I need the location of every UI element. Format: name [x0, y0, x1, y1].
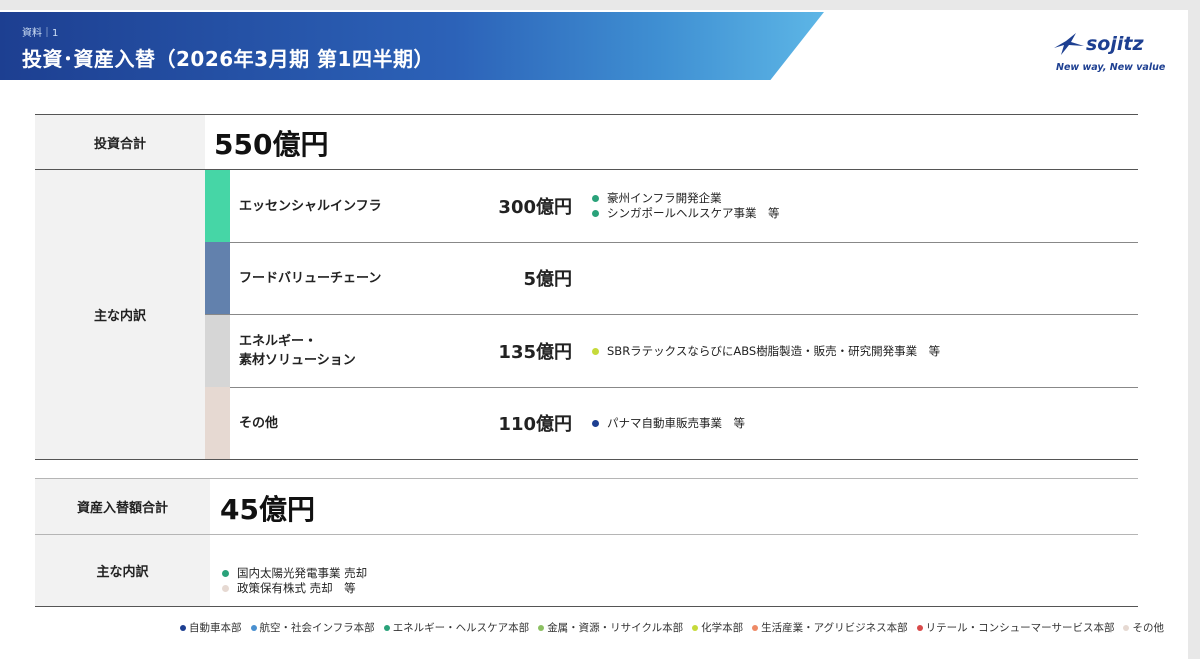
- segment-row: フードバリューチェーン 5億円: [205, 242, 1138, 314]
- table-bottom-rule: [35, 459, 1138, 460]
- segment-name: エネルギー・素材ソリューション: [239, 315, 356, 387]
- segment-row: その他 110億円 パナマ自動車販売事業 等: [205, 387, 1138, 459]
- legend-dot-icon: [250, 624, 257, 631]
- legend-label: 金属・資源・リサイクル本部: [547, 622, 684, 634]
- segment-notes: SBRラテックスならびにABS樹脂製造・販売・研究開発事業 等: [592, 315, 940, 387]
- division-legend: 自動車本部 航空・社会インフラ本部 エネルギー・ヘルスケア本部 金属・資源・リサイクル…: [180, 620, 1173, 635]
- legend-dot-icon: [383, 624, 390, 631]
- legend-label: リテール・コンシューマーサービス本部: [925, 622, 1115, 634]
- legend-dot-icon: [180, 624, 186, 631]
- legend-label: 化学本部: [701, 622, 744, 634]
- segment-value: 135億円: [498, 342, 572, 363]
- segment-value: 300億円: [498, 197, 572, 218]
- legend-dot-icon: [752, 624, 759, 631]
- asset-notes: 国内太陽光発電事業 売却 政策保有株式 売却 等: [222, 566, 367, 596]
- segment-notes: パナマ自動車販売事業 等: [592, 387, 745, 459]
- segment-value: 110億円: [498, 414, 572, 435]
- segment-notes: 豪州インフラ開発企業 シンガポールヘルスケア事業 等: [592, 170, 780, 242]
- legend-label: エネルギー・ヘルスケア本部: [392, 622, 530, 634]
- bullet-dot-icon: [222, 570, 229, 577]
- legend-label: 生活産業・アグリビジネス本部: [761, 622, 908, 634]
- asset-table-bottom-rule: [35, 606, 1138, 607]
- note-item: パナマ自動車販売事業 等: [592, 416, 745, 431]
- investment-total-label: 投資合計: [35, 115, 205, 169]
- note-item: 国内太陽光発電事業 売却: [222, 566, 367, 581]
- segment-color-swatch: [205, 242, 230, 314]
- bullet-dot-icon: [592, 347, 599, 355]
- legend-label: 自動車本部: [189, 622, 242, 634]
- legend-dot-icon: [538, 624, 545, 631]
- segment-name: エッセンシャルインフラ: [239, 170, 382, 242]
- note-text: シンガポールヘルスケア事業 等: [607, 206, 780, 220]
- segment-color-swatch: [205, 315, 230, 387]
- segment-name-line: エネルギー・: [239, 334, 318, 349]
- bullet-dot-icon: [592, 195, 599, 202]
- asset-breakdown-label: 主な内訳: [35, 535, 210, 606]
- note-text: 政策保有株式 売却 等: [237, 581, 356, 595]
- sojitz-logo-icon: [1054, 33, 1084, 55]
- bullet-dot-icon: [592, 210, 599, 217]
- legend-item: 生活産業・アグリビジネス本部: [752, 620, 908, 635]
- note-item: シンガポールヘルスケア事業 等: [592, 206, 780, 221]
- legend-item: その他: [1123, 620, 1164, 635]
- note-text: SBRラテックスならびにABS樹脂製造・販売・研究開発事業 等: [607, 343, 941, 358]
- legend-item: エネルギー・ヘルスケア本部: [383, 620, 530, 635]
- segment-name-line: エッセンシャルインフラ: [239, 198, 382, 214]
- investment-total-value: 550億円: [214, 128, 329, 161]
- investment-breakdown-label: 主な内訳: [35, 170, 205, 459]
- asset-total-label: 資産入替額合計: [35, 479, 210, 534]
- legend-label: その他: [1132, 622, 1164, 634]
- legend-dot-icon: [692, 624, 699, 631]
- legend-dot-icon: [916, 624, 923, 631]
- segment-value: 5億円: [523, 269, 572, 290]
- legend-dot-icon: [1123, 624, 1130, 631]
- segment-color-swatch: [205, 387, 230, 459]
- note-text: 豪州インフラ開発企業: [607, 191, 722, 205]
- segment-color-swatch: [205, 170, 230, 242]
- note-text: パナマ自動車販売事業 等: [607, 415, 745, 430]
- bullet-dot-icon: [222, 585, 229, 592]
- legend-item: 航空・社会インフラ本部: [250, 620, 375, 635]
- logo-wordmark: sojitz: [1086, 33, 1144, 55]
- legend-item: 金属・資源・リサイクル本部: [538, 620, 683, 635]
- legend-item: 自動車本部: [180, 620, 242, 635]
- legend-item: 化学本部: [692, 620, 743, 635]
- note-item: 豪州インフラ開発企業: [592, 191, 780, 206]
- breadcrumb: 資料｜1: [22, 28, 59, 39]
- segment-row: エッセンシャルインフラ 300億円 豪州インフラ開発企業 シンガポールヘルスケア事業 …: [205, 170, 1138, 242]
- bullet-dot-icon: [592, 419, 599, 427]
- segment-name-line: その他: [239, 415, 279, 431]
- note-item: 政策保有株式 売却 等: [222, 581, 367, 596]
- segment-name: フードバリューチェーン: [239, 242, 381, 314]
- note-text: 国内太陽光発電事業 売却: [237, 566, 368, 580]
- page-title: 投資･資産入替（2026年3月期 第1四半期）: [22, 47, 434, 71]
- segment-row: エネルギー・素材ソリューション 135億円 SBRラテックスならびにABS樹脂製造・…: [205, 315, 1138, 387]
- legend-label: 航空・社会インフラ本部: [259, 622, 375, 634]
- segment-name-line: フードバリューチェーン: [239, 270, 382, 286]
- logo-tagline: New way, New value: [1056, 62, 1166, 73]
- asset-total-value: 45億円: [220, 493, 315, 526]
- segment-name-line: 素材ソリューション: [239, 353, 356, 368]
- note-item: SBRラテックスならびにABS樹脂製造・販売・研究開発事業 等: [592, 344, 940, 359]
- slide: 資料｜1 投資･資産入替（2026年3月期 第1四半期） sojitz New …: [0, 10, 1188, 659]
- segment-name: その他: [239, 387, 278, 459]
- legend-item: リテール・コンシューマーサービス本部: [916, 620, 1115, 635]
- company-logo: sojitz New way, New value: [1052, 32, 1166, 82]
